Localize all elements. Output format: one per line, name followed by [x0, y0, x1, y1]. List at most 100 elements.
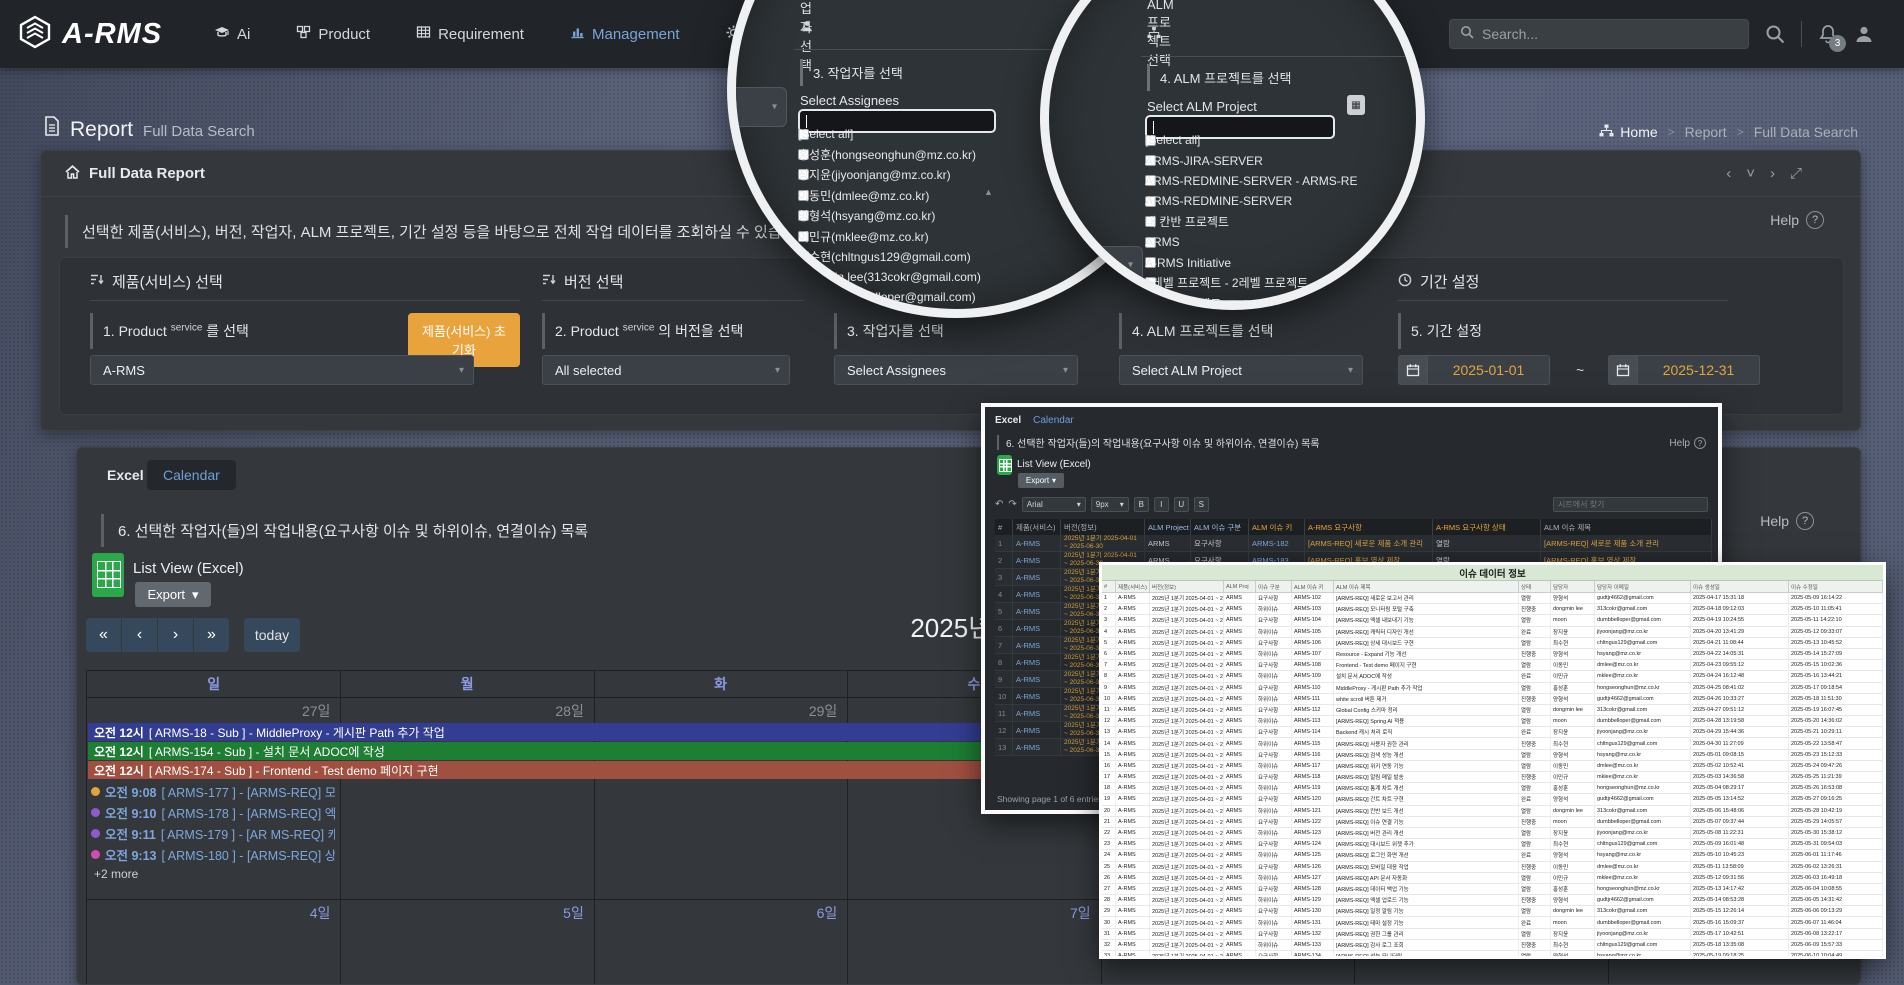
- cell: A-RMS: [1116, 850, 1150, 860]
- breadcrumb-home[interactable]: Home: [1599, 124, 1657, 140]
- checkbox-option[interactable]: [Select all]: [1145, 130, 1425, 150]
- sheet-row[interactable]: 18A-RMS2025년 1분기 2025-04-01 ~ 2025-06-30…: [1102, 783, 1883, 794]
- date-cell[interactable]: 6일: [594, 899, 847, 923]
- overlay-tab-calendar[interactable]: Calendar: [1033, 415, 1074, 426]
- checkbox-option[interactable]: ARMS-JIRA-SERVER: [1145, 150, 1425, 170]
- version-select[interactable]: All selected ▾: [542, 355, 790, 385]
- search-submit-icon[interactable]: [1765, 24, 1785, 44]
- end-date-input[interactable]: 2025-12-31: [1638, 355, 1760, 385]
- date-cell[interactable]: 5일: [340, 899, 593, 923]
- sheet-row[interactable]: 5A-RMS2025년 1분기 2025-04-01 ~ 2025-06-30A…: [1102, 638, 1883, 649]
- menu-item-management[interactable]: Management: [570, 25, 680, 43]
- sheet-row[interactable]: 21A-RMS2025년 1분기 2025-04-01 ~ 2025-06-30…: [1102, 817, 1883, 828]
- sheet-row[interactable]: 9A-RMS2025년 1분기 2025-04-01 ~ 2025-06-30A…: [1102, 683, 1883, 694]
- sheet-row[interactable]: 19A-RMS2025년 1분기 2025-04-01 ~ 2025-06-30…: [1102, 794, 1883, 805]
- help-button[interactable]: Help ?: [1770, 211, 1824, 229]
- sheet-row[interactable]: 6A-RMS2025년 1분기 2025-04-01 ~ 2025-06-30A…: [1102, 649, 1883, 660]
- sheet-row[interactable]: 11A-RMS2025년 1분기 2025-04-01 ~ 2025-06-30…: [1102, 705, 1883, 716]
- product-select[interactable]: A-RMS ▾: [90, 355, 474, 385]
- sheet-row[interactable]: 20A-RMS2025년 1분기 2025-04-01 ~ 2025-06-30…: [1102, 806, 1883, 817]
- sheet-row[interactable]: 24A-RMS2025년 1분기 2025-04-01 ~ 2025-06-30…: [1102, 850, 1883, 861]
- help-button[interactable]: Help ?: [1669, 437, 1706, 449]
- sheet-row[interactable]: 28A-RMS2025년 1분기 2025-04-01 ~ 2025-06-30…: [1102, 895, 1883, 906]
- collapse-down-icon[interactable]: ˅: [1746, 165, 1755, 182]
- sheet-row[interactable]: 32A-RMS2025년 1분기 2025-04-01 ~ 2025-06-30…: [1102, 940, 1883, 951]
- calendar-icon[interactable]: [1608, 355, 1638, 385]
- sheet-row[interactable]: 4A-RMS2025년 1분기 2025-04-01 ~ 2025-06-30A…: [1102, 627, 1883, 638]
- sheet-row[interactable]: 16A-RMS2025년 1분기 2025-04-01 ~ 2025-06-30…: [1102, 761, 1883, 772]
- sheet-row[interactable]: 12A-RMS2025년 1분기 2025-04-01 ~ 2025-06-30…: [1102, 716, 1883, 727]
- date-cell[interactable]: 27일: [87, 697, 340, 721]
- sheet-row[interactable]: 3A-RMS2025년 1분기 2025-04-01 ~ 2025-06-30A…: [1102, 615, 1883, 626]
- strikethrough-button[interactable]: S: [1194, 497, 1209, 512]
- assignee-select[interactable]: Select Assignees ▾: [834, 355, 1078, 385]
- help-button[interactable]: Help ?: [1760, 512, 1814, 530]
- bold-button[interactable]: B: [1134, 497, 1149, 512]
- redo-icon[interactable]: ↷: [1008, 499, 1016, 510]
- more-events-link[interactable]: +2 more: [94, 867, 138, 881]
- scroll-up-icon[interactable]: ▲: [984, 187, 993, 197]
- checkbox-option[interactable]: ARMS: [1145, 232, 1425, 252]
- sheet-row[interactable]: 15A-RMS2025년 1분기 2025-04-01 ~ 2025-06-30…: [1102, 750, 1883, 761]
- overlay-tab-excel[interactable]: Excel: [995, 415, 1021, 426]
- sheet-row[interactable]: 2A-RMS2025년 1분기 2025-04-01 ~ 2025-06-30A…: [1102, 604, 1883, 615]
- calendar-icon[interactable]: [1398, 355, 1428, 385]
- sheet-search-input[interactable]: [1558, 500, 1703, 509]
- sheet-row[interactable]: 31A-RMS2025년 1분기 2025-04-01 ~ 2025-06-30…: [1102, 929, 1883, 940]
- export-button[interactable]: Export ▾: [1018, 473, 1064, 488]
- sheet-row[interactable]: 1A-RMS2025년 1분기 2025-04-01 ~ 2025-06-30A…: [1102, 593, 1883, 604]
- checkbox-option[interactable]: ARMS-REDMINE-SERVER: [1145, 191, 1425, 211]
- menu-item-product[interactable]: Product: [296, 25, 370, 43]
- sheet-row[interactable]: 17A-RMS2025년 1분기 2025-04-01 ~ 2025-06-30…: [1102, 772, 1883, 783]
- sheet-row[interactable]: 27A-RMS2025년 1분기 2025-04-01 ~ 2025-06-30…: [1102, 884, 1883, 895]
- collapse-right-icon[interactable]: ›: [1770, 165, 1775, 182]
- sheet-row[interactable]: 14A-RMS2025년 1분기 2025-04-01 ~ 2025-06-30…: [1102, 738, 1883, 749]
- font-family-select[interactable]: Arial ▾: [1022, 497, 1086, 512]
- italic-button[interactable]: I: [1154, 497, 1169, 512]
- table-row[interactable]: 1A-RMS2025년 1분기 2025-04-01 ~ 2025-06-30A…: [995, 535, 1712, 552]
- sheet-row[interactable]: 29A-RMS2025년 1분기 2025-04-01 ~ 2025-06-30…: [1102, 906, 1883, 917]
- font-size-select[interactable]: 9px ▾: [1091, 497, 1129, 512]
- export-button[interactable]: Export ▾: [135, 582, 211, 607]
- start-date-input[interactable]: 2025-01-01: [1428, 355, 1550, 385]
- calendar-dot-event[interactable]: 오전 9:10 [ ARMS-178 ] - [ARMS-REQ] 엑스: [91, 802, 335, 823]
- underline-button[interactable]: U: [1174, 497, 1189, 512]
- sheet-row[interactable]: 13A-RMS2025년 1분기 2025-04-01 ~ 2025-06-30…: [1102, 727, 1883, 738]
- checkbox-option[interactable]: moon(dumbbelloper@gmail.com): [798, 287, 1138, 307]
- undo-icon[interactable]: ↶: [995, 499, 1003, 510]
- app-logo[interactable]: A-RMS: [18, 15, 162, 54]
- menu-item-ai[interactable]: Ai: [214, 25, 250, 43]
- calendar-dot-event[interactable]: 오전 9:08 [ ARMS-177 ] - [ARMS-REQ] 모니: [91, 781, 335, 802]
- cell: 요구사항: [1256, 593, 1292, 603]
- collapse-left-icon[interactable]: ‹: [1726, 165, 1731, 182]
- checkbox-option[interactable]: ARMS-REDMINE-SERVER - ARMS-RE: [1145, 171, 1425, 191]
- sheet-row[interactable]: 23A-RMS2025년 1분기 2025-04-01 ~ 2025-06-30…: [1102, 839, 1883, 850]
- menu-item-requirement[interactable]: Requirement: [416, 25, 524, 43]
- sheet-row[interactable]: 30A-RMS2025년 1분기 2025-04-01 ~ 2025-06-30…: [1102, 917, 1883, 928]
- alm-project-select[interactable]: Select ALM Project ▾: [1119, 355, 1363, 385]
- sheet-row[interactable]: 10A-RMS2025년 1분기 2025-04-01 ~ 2025-06-30…: [1102, 694, 1883, 705]
- date-cell[interactable]: 7일: [847, 899, 1100, 923]
- date-cell[interactable]: 4일: [87, 899, 340, 923]
- sheet-row[interactable]: 8A-RMS2025년 1분기 2025-04-01 ~ 2025-06-30A…: [1102, 671, 1883, 682]
- search-input[interactable]: [1482, 26, 1738, 42]
- calendar-dot-event[interactable]: 오전 9:11 [ ARMS-179 ] - [AR MS-REQ] 캐릭: [91, 823, 335, 844]
- sheet-row[interactable]: 26A-RMS2025년 1분기 2025-04-01 ~ 2025-06-30…: [1102, 873, 1883, 884]
- user-profile-icon[interactable]: [1854, 24, 1874, 44]
- sheet-row[interactable]: 33A-RMS2025년 1분기 2025-04-01 ~ 2025-06-30…: [1102, 951, 1883, 959]
- date-cell[interactable]: 29일: [594, 697, 847, 721]
- notification-bell-icon[interactable]: 3: [1818, 24, 1838, 44]
- tab-calendar[interactable]: Calendar: [147, 460, 236, 490]
- sheet-row[interactable]: 25A-RMS2025년 1분기 2025-04-01 ~ 2025-06-30…: [1102, 862, 1883, 873]
- cell: ARMS-121: [1292, 806, 1334, 816]
- sheet-row[interactable]: 22A-RMS2025년 1분기 2025-04-01 ~ 2025-06-30…: [1102, 828, 1883, 839]
- project-archive-icon[interactable]: ▦: [1347, 95, 1365, 115]
- checkbox-option[interactable]: A-RMS Initiative: [1145, 252, 1425, 272]
- calendar-dot-event[interactable]: 오전 9:13 [ ARMS-180 ] - [ARMS-REQ] 상세: [91, 844, 335, 865]
- date-cell[interactable]: 28일: [340, 697, 593, 721]
- sheet-row[interactable]: 7A-RMS2025년 1분기 2025-04-01 ~ 2025-06-30A…: [1102, 660, 1883, 671]
- checkbox-option[interactable]: 내 칸반 프로젝트: [1145, 212, 1425, 232]
- expand-icon[interactable]: ⤢: [1790, 165, 1802, 182]
- breadcrumb-report[interactable]: Report: [1685, 124, 1727, 140]
- checkbox-option[interactable]: 1레벨 프로젝트 - 2레벨 프로젝트: [1145, 273, 1425, 293]
